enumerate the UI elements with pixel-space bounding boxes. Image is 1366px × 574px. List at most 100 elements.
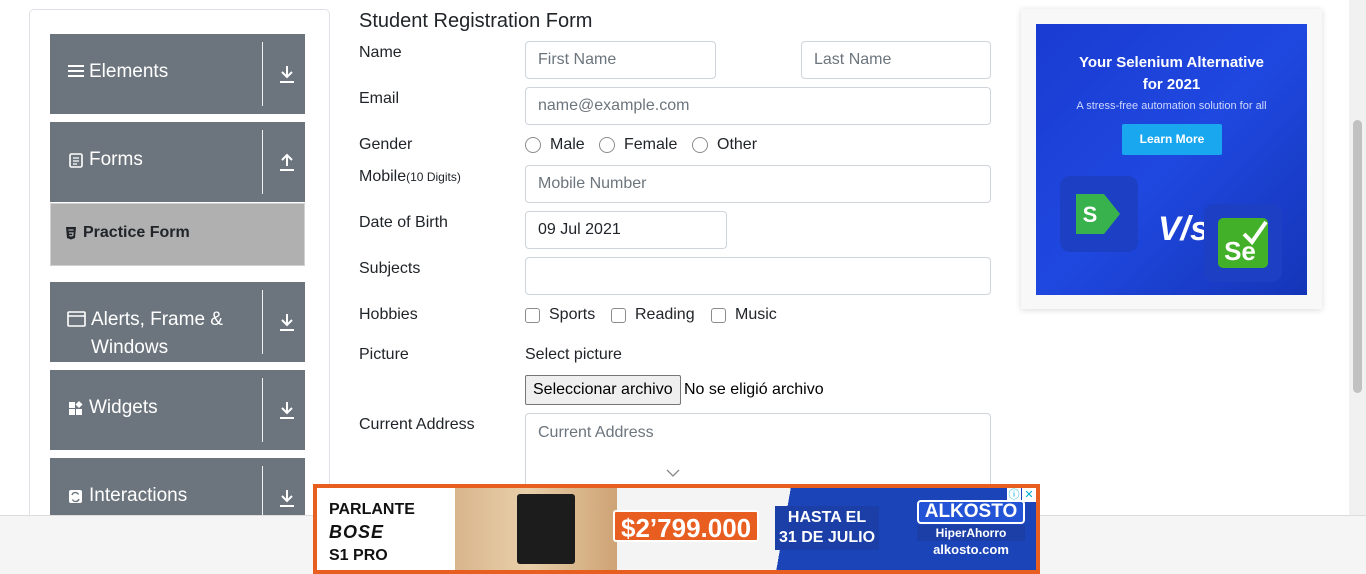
sidebar-group-alerts[interactable]: Alerts, Frame & Windows — [50, 282, 305, 362]
subjects-label: Subjects — [359, 260, 421, 277]
option-label: Other — [717, 136, 758, 153]
learn-more-button[interactable]: Learn More — [1122, 124, 1222, 155]
widgets-icon — [69, 400, 83, 415]
form-title: Student Registration Form — [359, 10, 593, 32]
select-picture-label: Select picture — [525, 346, 622, 363]
choose-file-button[interactable]: Seleccionar archivo — [525, 375, 681, 405]
banner-product: PARLANTE BOSE S1 PRO — [329, 498, 415, 567]
banner-price: $2’799.000 — [613, 510, 760, 543]
svg-text:S: S — [1083, 202, 1098, 227]
divider — [262, 42, 263, 106]
sidebar-group-label: Interactions — [89, 485, 188, 506]
ad-subtext: A stress-free automation solution for al… — [1076, 100, 1267, 112]
bottom-banner-ad[interactable]: PARLANTE BOSE S1 PRO $2’799.000 HASTA EL… — [313, 484, 1040, 574]
dob-label: Date of Birth — [359, 214, 448, 231]
banner-until-line2: 31 DE JULIO — [778, 529, 876, 546]
sidebar-advertisement[interactable]: Your Selenium Alternative for 2021 A str… — [1021, 9, 1322, 309]
ad-creative[interactable]: Your Selenium Alternative for 2021 A str… — [1036, 24, 1307, 295]
address-placeholder: Current Address — [538, 424, 654, 441]
sidebar-item-label: Practice Form — [83, 224, 190, 241]
ad-headline-line2: for 2021 — [1142, 76, 1201, 93]
window-icon — [67, 311, 86, 327]
divider — [262, 378, 263, 442]
option-label: Music — [735, 306, 777, 323]
ad-headline: Your Selenium Alternative for 2021 — [1036, 52, 1307, 96]
sidebar-group-label: Forms — [89, 149, 143, 170]
selenium-logo-icon: Se — [1218, 218, 1268, 268]
selenium-logo: Se — [1204, 204, 1282, 282]
sidebar-group-label-line2: Windows — [91, 337, 169, 358]
banner-until-line1: HASTA EL — [787, 509, 867, 526]
current-address-textarea[interactable]: Current Address — [525, 413, 991, 493]
banner-brand: BOSE — [329, 522, 385, 542]
alkosto-logo: ALKOSTO HiperAhorro alkosto.com — [917, 500, 1025, 558]
checkbox[interactable] — [711, 307, 726, 323]
banner-date: HASTA EL 31 DE JULIO — [775, 506, 879, 550]
mobile-label-text: Mobile — [359, 168, 407, 185]
gender-option-other[interactable]: Other — [692, 136, 757, 154]
radio-button[interactable] — [692, 137, 708, 153]
versus-text: V/s — [1158, 210, 1210, 248]
email-label: Email — [359, 90, 400, 107]
banner-model: S1 PRO — [329, 547, 388, 564]
html5-icon — [66, 227, 76, 240]
gender-option-female[interactable]: Female — [599, 136, 677, 154]
divider — [262, 130, 263, 194]
no-file-text: No se eligió archivo — [684, 381, 824, 398]
download-icon[interactable] — [278, 312, 296, 332]
gender-option-male[interactable]: Male — [525, 136, 585, 154]
download-icon[interactable] — [278, 400, 296, 420]
name-label: Name — [359, 44, 402, 61]
option-label: Reading — [635, 306, 695, 323]
sidebar-item-practice-form[interactable]: Practice Form — [50, 203, 305, 266]
sidebar: Elements Forms Practice Form Alerts, Fra… — [29, 9, 330, 538]
sidebar-group-label: Widgets — [89, 397, 158, 418]
store-name: ALKOSTO — [917, 500, 1025, 524]
hamburger-icon — [68, 65, 84, 77]
picture-label: Picture — [359, 346, 409, 363]
email-input[interactable]: name@example.com — [525, 87, 991, 125]
checkbox[interactable] — [525, 307, 540, 323]
banner-line1: PARLANTE — [329, 501, 415, 518]
scrollbar-thumb[interactable] — [1353, 120, 1362, 393]
hobby-option-music[interactable]: Music — [711, 306, 777, 324]
page: Elements Forms Practice Form Alerts, Fra… — [0, 0, 1366, 574]
upload-icon[interactable] — [278, 152, 296, 172]
checkbox[interactable] — [611, 307, 626, 323]
subjects-input[interactable] — [525, 257, 991, 295]
sidebar-group-label: Elements — [89, 61, 169, 82]
katalon-logo: S — [1060, 176, 1138, 252]
option-label: Male — [550, 136, 585, 153]
hobby-option-reading[interactable]: Reading — [611, 306, 695, 324]
document-icon — [69, 153, 83, 168]
ad-info-icon[interactable]: ⓘ — [1007, 488, 1021, 502]
mobile-hint: (10 Digits) — [406, 170, 461, 184]
hobby-option-sports[interactable]: Sports — [525, 306, 595, 324]
radio-button[interactable] — [599, 137, 615, 153]
speaker-image — [517, 494, 575, 564]
sidebar-group-elements[interactable]: Elements — [50, 34, 305, 114]
ad-headline-line1: Your Selenium Alternative — [1078, 54, 1265, 71]
mobile-label: Mobile(10 Digits) — [359, 168, 461, 186]
sidebar-group-label: Alerts, Frame & — [91, 309, 223, 330]
store-sub: HiperAhorro — [917, 525, 1025, 541]
date-of-birth-input[interactable]: 09 Jul 2021 — [525, 211, 727, 249]
divider — [262, 290, 263, 354]
mobile-input[interactable]: Mobile Number — [525, 165, 991, 203]
sidebar-group-forms[interactable]: Forms — [50, 122, 305, 202]
first-name-input[interactable]: First Name — [525, 41, 716, 79]
refresh-icon — [69, 490, 82, 503]
vertical-scrollbar[interactable] — [1349, 0, 1366, 515]
download-icon[interactable] — [278, 488, 296, 508]
hobbies-label: Hobbies — [359, 306, 418, 323]
option-label: Sports — [549, 306, 596, 323]
store-website: alkosto.com — [933, 542, 1009, 557]
close-icon[interactable]: ✕ — [1022, 488, 1036, 502]
katalon-logo-icon: S — [1076, 194, 1120, 234]
address-label: Current Address — [359, 416, 475, 433]
download-icon[interactable] — [278, 64, 296, 84]
last-name-input[interactable]: Last Name — [801, 41, 991, 79]
sidebar-group-widgets[interactable]: Widgets — [50, 370, 305, 450]
gender-label: Gender — [359, 136, 413, 153]
radio-button[interactable] — [525, 137, 541, 153]
